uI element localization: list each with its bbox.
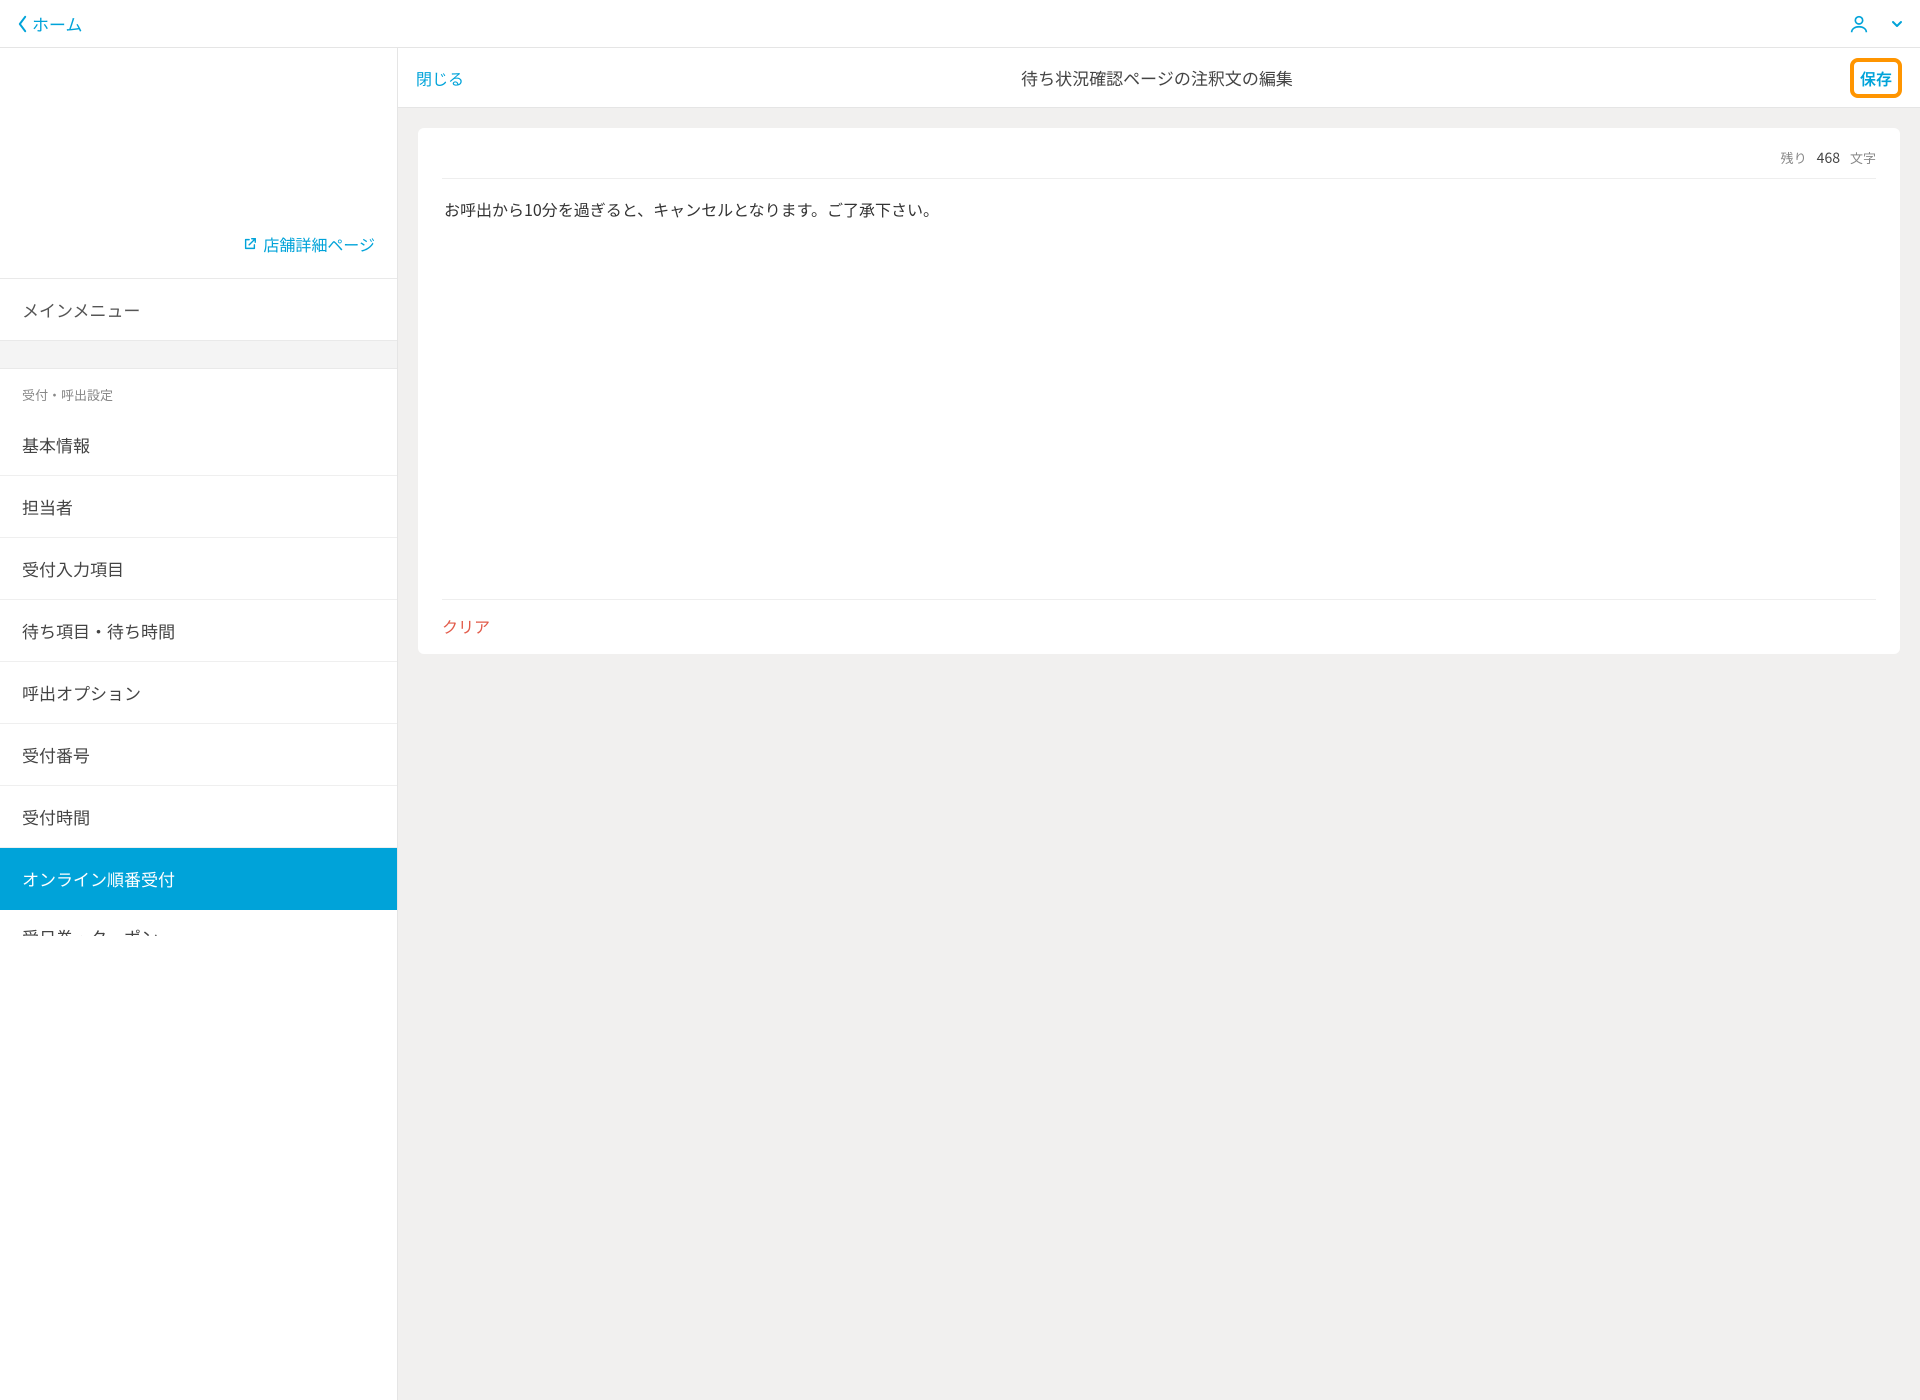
sidebar-item-staff[interactable]: 担当者 bbox=[0, 476, 397, 538]
editor-card: 残り 468 文字 お呼出から10分を過ぎると、キャンセルとなります。ご了承下さ… bbox=[418, 128, 1900, 654]
sidebar-item-label: オンライン順番受付 bbox=[22, 866, 175, 891]
top-header: ホーム bbox=[0, 0, 1920, 48]
back-home-label: ホーム bbox=[32, 11, 83, 36]
store-detail-link[interactable]: 店舗詳細ページ bbox=[22, 232, 375, 256]
external-link-icon bbox=[243, 237, 257, 251]
sidebar-item-label: 受日券・クーポン bbox=[22, 924, 158, 936]
chevron-left-icon bbox=[16, 15, 28, 33]
main-content: 閉じる 待ち状況確認ページの注釈文の編集 保存 残り 468 文字 お呼出から1… bbox=[398, 48, 1920, 1400]
sidebar-item-basic-info[interactable]: 基本情報 bbox=[0, 414, 397, 476]
close-button[interactable]: 閉じる bbox=[416, 66, 464, 90]
page-title: 待ち状況確認ページの注釈文の編集 bbox=[464, 65, 1850, 90]
sidebar-item-label: 呼出オプション bbox=[22, 680, 141, 705]
header-right bbox=[1848, 13, 1904, 35]
sidebar: 店舗詳細ページ メインメニュー 受付・呼出設定 基本情報 担当者 受付入力項目 … bbox=[0, 48, 398, 1400]
store-block: 店舗詳細ページ bbox=[0, 48, 397, 279]
clear-button[interactable]: クリア bbox=[442, 614, 490, 638]
section-spacer bbox=[0, 341, 397, 369]
section-label: 受付・呼出設定 bbox=[0, 369, 397, 414]
sidebar-item-label: 基本情報 bbox=[22, 432, 90, 457]
remaining-count: 468 bbox=[1817, 148, 1840, 168]
sidebar-item-label: 受付時間 bbox=[22, 804, 90, 829]
sidebar-item-reception-hours[interactable]: 受付時間 bbox=[0, 786, 397, 848]
annotation-textarea[interactable]: お呼出から10分を過ぎると、キャンセルとなります。ご了承下さい。 bbox=[442, 179, 1876, 599]
remaining-label: 残り bbox=[1781, 148, 1807, 167]
sidebar-item-call-options[interactable]: 呼出オプション bbox=[0, 662, 397, 724]
sidebar-item-wait-items[interactable]: 待ち項目・待ち時間 bbox=[0, 600, 397, 662]
sidebar-item-label: 待ち項目・待ち時間 bbox=[22, 618, 175, 643]
editor-footer: クリア bbox=[442, 599, 1876, 638]
sidebar-item-reception-fields[interactable]: 受付入力項目 bbox=[0, 538, 397, 600]
sidebar-item-label: 受付入力項目 bbox=[22, 556, 124, 581]
back-home-link[interactable]: ホーム bbox=[16, 11, 83, 36]
sidebar-item-online-queue[interactable]: オンライン順番受付 bbox=[0, 848, 397, 910]
content-body: 残り 468 文字 お呼出から10分を過ぎると、キャンセルとなります。ご了承下さ… bbox=[398, 108, 1920, 1400]
content-header: 閉じる 待ち状況確認ページの注釈文の編集 保存 bbox=[398, 48, 1920, 108]
chevron-down-icon[interactable] bbox=[1890, 17, 1904, 31]
sidebar-item-next-partial[interactable]: 受日券・クーポン bbox=[0, 910, 397, 936]
main-menu-label: メインメニュー bbox=[22, 297, 141, 322]
user-icon[interactable] bbox=[1848, 13, 1870, 35]
remaining-unit: 文字 bbox=[1850, 148, 1876, 167]
char-counter: 残り 468 文字 bbox=[442, 144, 1876, 179]
sidebar-item-label: 担当者 bbox=[22, 494, 73, 519]
store-detail-link-label: 店舗詳細ページ bbox=[263, 232, 375, 256]
sidebar-item-label: 受付番号 bbox=[22, 742, 90, 767]
main-menu-item[interactable]: メインメニュー bbox=[0, 279, 397, 341]
save-button-highlight: 保存 bbox=[1850, 58, 1902, 98]
sidebar-item-reception-number[interactable]: 受付番号 bbox=[0, 724, 397, 786]
save-button[interactable]: 保存 bbox=[1860, 66, 1892, 90]
